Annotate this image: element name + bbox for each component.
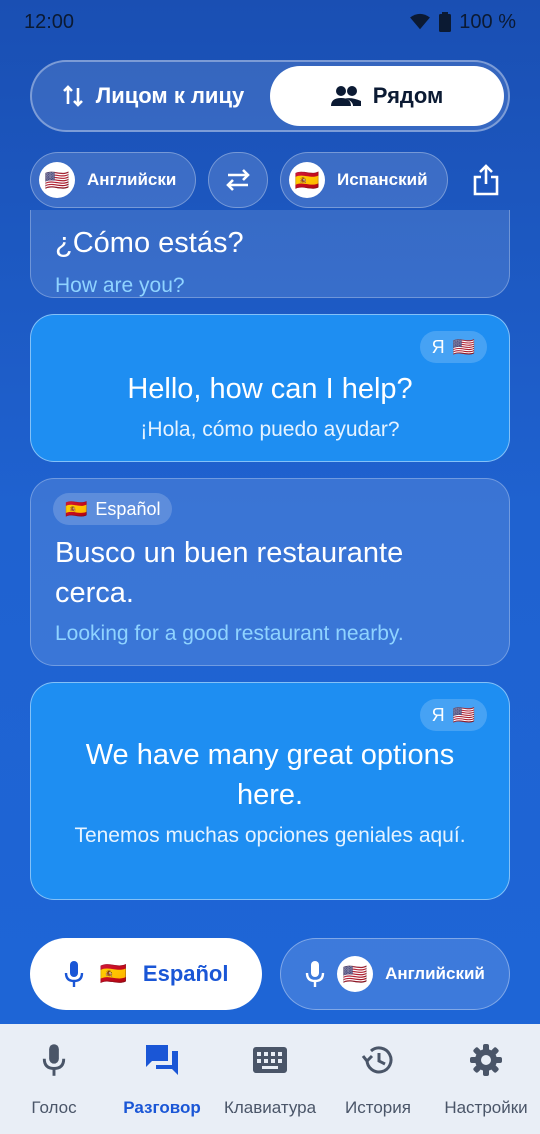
language-selector-row: 🇺🇸 Английски 🇪🇸 Испанский — [30, 152, 510, 208]
message-original: ¿Cómo estás? — [55, 227, 244, 259]
us-flag-icon: 🇺🇸 — [337, 956, 374, 992]
battery-icon — [439, 12, 452, 32]
es-flag-icon: 🇪🇸 — [65, 498, 88, 519]
nav-voice[interactable]: Голос — [0, 1042, 108, 1118]
nav-history[interactable]: История — [324, 1042, 432, 1118]
spanish-mic-button[interactable]: 🇪🇸 Español — [30, 938, 262, 1010]
swap-vertical-icon — [62, 85, 83, 107]
nav-conversation[interactable]: Разговор — [108, 1042, 216, 1118]
nearby-button[interactable]: Рядом — [270, 66, 504, 126]
source-language-button[interactable]: 🇺🇸 Английски — [30, 152, 196, 208]
message-translation: Tenemos muchas opciones geniales aquí. — [74, 824, 466, 847]
us-flag-icon: 🇺🇸 — [39, 162, 75, 198]
message-card-other: 🇪🇸 Español Busco un buen restaurante cer… — [30, 478, 510, 666]
status-bar: 12:00 100 % — [0, 0, 540, 44]
message-card-me: Я 🇺🇸 Hello, how can I help? ¡Hola, cómo … — [30, 314, 510, 462]
message-translation: How are you? — [55, 274, 185, 297]
share-icon — [473, 164, 499, 196]
nearby-label: Рядом — [372, 83, 444, 108]
speaker-badge: Я 🇺🇸 — [419, 699, 487, 731]
bottom-navigation: Голос Разговор Клавиатура История Настро… — [0, 1024, 540, 1134]
message-card-me: Я 🇺🇸 We have many great options here. Te… — [30, 682, 510, 900]
nav-settings-label: Настройки — [444, 1098, 528, 1117]
keyboard-icon — [250, 1042, 290, 1078]
nav-voice-label: Голос — [31, 1098, 77, 1117]
chat-icon — [142, 1042, 182, 1078]
es-flag-icon: 🇪🇸 — [289, 162, 325, 198]
face-to-face-label: Лицом к лицу — [95, 83, 245, 108]
message-translation: ¡Hola, cómo puedo ayudar? — [140, 418, 400, 441]
swap-languages-button[interactable] — [208, 152, 268, 208]
es-flag-icon: 🇪🇸 — [99, 961, 127, 986]
face-to-face-button[interactable]: Лицом к лицу — [36, 66, 270, 126]
status-time: 12:00 — [24, 10, 75, 33]
target-language-button[interactable]: 🇪🇸 Испанский — [280, 152, 448, 208]
share-button[interactable] — [462, 152, 510, 208]
nav-keyboard[interactable]: Клавиатура — [216, 1042, 324, 1118]
nav-conversation-label: Разговор — [123, 1098, 201, 1117]
message-original: We have many great options here. — [85, 739, 455, 811]
swap-horizontal-icon — [226, 169, 250, 191]
people-icon — [330, 86, 361, 106]
message-translation: Looking for a good restaurant nearby. — [55, 622, 404, 645]
speaker-me-label: Я — [431, 336, 445, 357]
nav-history-label: История — [345, 1098, 411, 1117]
speaker-badge: 🇪🇸 Español — [53, 493, 173, 525]
battery-level: 100 % — [459, 10, 516, 33]
spanish-mic-label: Español — [142, 961, 229, 986]
message-card-other: ¿Cómo estás? How are you? — [30, 210, 510, 298]
english-mic-button[interactable]: 🇺🇸 Английский — [280, 938, 510, 1010]
mic-icon — [34, 1042, 74, 1078]
nav-settings[interactable]: Настройки — [432, 1042, 540, 1118]
nav-keyboard-label: Клавиатура — [223, 1098, 317, 1117]
speaker-language-label: Español — [95, 498, 161, 519]
conversation-feed[interactable]: ¿Cómo estás? How are you? Я 🇺🇸 Hello, ho… — [30, 210, 510, 910]
status-icons: 100 % — [409, 11, 516, 34]
settings-icon — [466, 1042, 506, 1078]
mic-icon — [64, 961, 83, 987]
source-language-label: Английски — [87, 170, 177, 189]
mode-toggle: Лицом к лицу Рядом — [30, 60, 510, 132]
speaker-me-label: Я — [431, 704, 445, 725]
message-original: Hello, how can I help? — [127, 373, 413, 405]
mic-icon — [305, 961, 325, 987]
message-original: Busco un buen restaurante cerca. — [55, 537, 404, 609]
speaker-badge: Я 🇺🇸 — [419, 331, 487, 363]
history-icon — [358, 1042, 398, 1078]
target-language-label: Испанский — [337, 170, 428, 189]
wifi-icon — [410, 13, 431, 30]
us-flag-icon: 🇺🇸 — [452, 336, 475, 357]
us-flag-icon: 🇺🇸 — [452, 704, 475, 725]
english-mic-label: Английский — [385, 964, 485, 983]
